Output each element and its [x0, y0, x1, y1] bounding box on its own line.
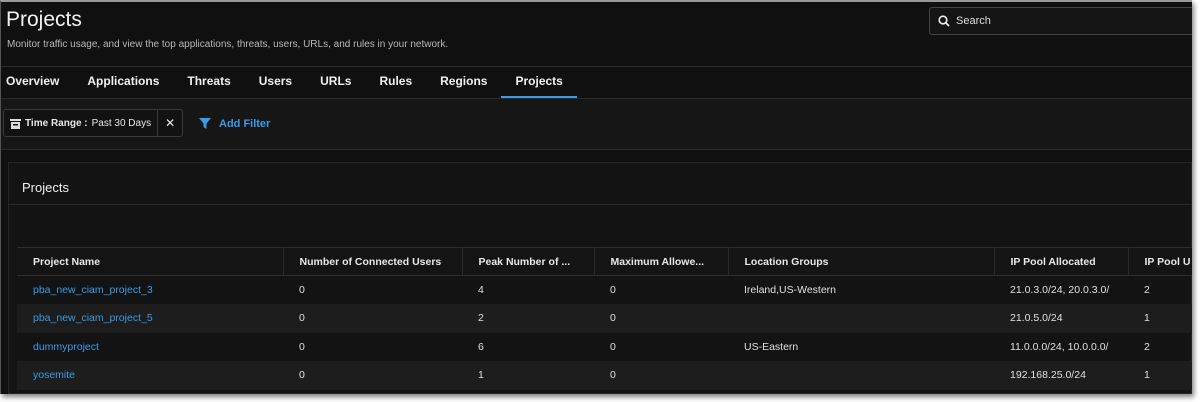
- table-cell: 1: [1128, 304, 1192, 333]
- table-cell: 21.0.5.0/24: [994, 304, 1128, 333]
- filter-bar: Time Range : Past 30 Days ✕ Add Filter: [1, 98, 1192, 150]
- panel-title: Projects: [22, 180, 69, 195]
- table-cell: [728, 361, 994, 390]
- column-header[interactable]: Peak Number of ...: [462, 247, 595, 276]
- tab-threats[interactable]: Threats: [173, 67, 244, 98]
- tab-rules[interactable]: Rules: [365, 67, 426, 98]
- page-subtitle: Monitor traffic usage, and view the top …: [7, 39, 449, 50]
- table-cell: 6: [478, 340, 484, 353]
- projects-panel: Projects Project Name Number of Connecte…: [8, 162, 1192, 394]
- search-icon: [938, 15, 950, 27]
- time-range-value: Past 30 Days: [91, 117, 152, 129]
- divider: [9, 204, 1191, 205]
- table-cell: 11.0.0.0/24, 10.0.0.0/: [1010, 340, 1109, 353]
- column-header[interactable]: Location Groups: [728, 247, 995, 276]
- tab-urls[interactable]: URLs: [306, 67, 365, 98]
- table-cell: 1: [462, 361, 594, 390]
- close-icon[interactable]: ✕: [158, 116, 182, 130]
- project-name-link[interactable]: pba_new_ciam_project_5: [17, 304, 283, 333]
- table-row: pba_new_ciam_project_5 0 2 0 21.0.5.0/24 1: [17, 304, 1192, 333]
- table-cell: US-Eastern: [744, 340, 799, 353]
- table-cell: 0: [283, 361, 462, 390]
- page-title: Projects: [6, 8, 82, 31]
- table-cell: 2: [462, 304, 594, 333]
- table-cell: [728, 304, 994, 333]
- tab-applications[interactable]: Applications: [73, 67, 173, 98]
- search-placeholder: Search: [956, 15, 991, 27]
- filter-icon: [199, 118, 211, 129]
- project-name-link[interactable]: yosemite: [17, 361, 283, 390]
- add-filter-label: Add Filter: [219, 118, 271, 130]
- table-cell: 0: [299, 340, 305, 353]
- search-input[interactable]: Search: [929, 7, 1192, 35]
- column-header[interactable]: IP Pool Allocated: [994, 247, 1129, 276]
- project-name-link[interactable]: dummyproject: [17, 333, 283, 362]
- project-name-link[interactable]: pba_new_ciam_project_3: [17, 276, 283, 305]
- table-cell: 2: [1144, 340, 1150, 353]
- tab-projects[interactable]: Projects: [501, 67, 578, 98]
- table-row: pba_new_ciam_project_3 0 4 0 Ireland,US-West…: [17, 276, 1192, 305]
- table-cell: 0: [283, 304, 462, 333]
- table-cell: 21.0.3.0/24, 20.0.3.0/: [1010, 284, 1110, 296]
- tab-bar: Overview Applications Threats Users URLs…: [1, 67, 578, 98]
- table-cell: 4: [478, 284, 484, 296]
- table-cell: 0: [594, 304, 728, 333]
- table-cell: 192.168.25.0/24: [994, 361, 1128, 390]
- tab-overview[interactable]: Overview: [1, 67, 73, 98]
- app-window: Projects Monitor traffic usage, and view…: [0, 0, 1192, 394]
- table-cell: 0: [299, 284, 305, 296]
- column-header[interactable]: Project Name: [17, 247, 284, 276]
- table-cell: Ireland,US-Western: [744, 284, 837, 296]
- table-row: yosemite 0 1 0 192.168.25.0/24 1: [17, 361, 1192, 390]
- table-cell: 1: [1128, 361, 1192, 390]
- add-filter-button[interactable]: Add Filter: [199, 118, 270, 130]
- time-range-label: Time Range :: [25, 117, 88, 129]
- column-header[interactable]: Maximum Allowe...: [594, 247, 729, 276]
- table-cell: 2: [1144, 284, 1150, 296]
- table-cell: 0: [610, 284, 616, 296]
- tab-users[interactable]: Users: [245, 67, 306, 98]
- table-header-row: Project Name Number of Connected Users P…: [17, 247, 1192, 276]
- table-row: dummyproject 0 6 0 US-Eastern 11.0.0.0/24, 10…: [17, 333, 1192, 362]
- column-header[interactable]: IP Pool U: [1128, 247, 1192, 276]
- table-cell: 0: [610, 340, 616, 353]
- projects-table: Project Name Number of Connected Users P…: [17, 247, 1192, 390]
- calendar-icon: [10, 118, 21, 129]
- table-cell: 0: [594, 361, 728, 390]
- tab-regions[interactable]: Regions: [426, 67, 501, 98]
- column-header[interactable]: Number of Connected Users: [283, 247, 463, 276]
- time-range-filter[interactable]: Time Range : Past 30 Days ✕: [3, 109, 184, 137]
